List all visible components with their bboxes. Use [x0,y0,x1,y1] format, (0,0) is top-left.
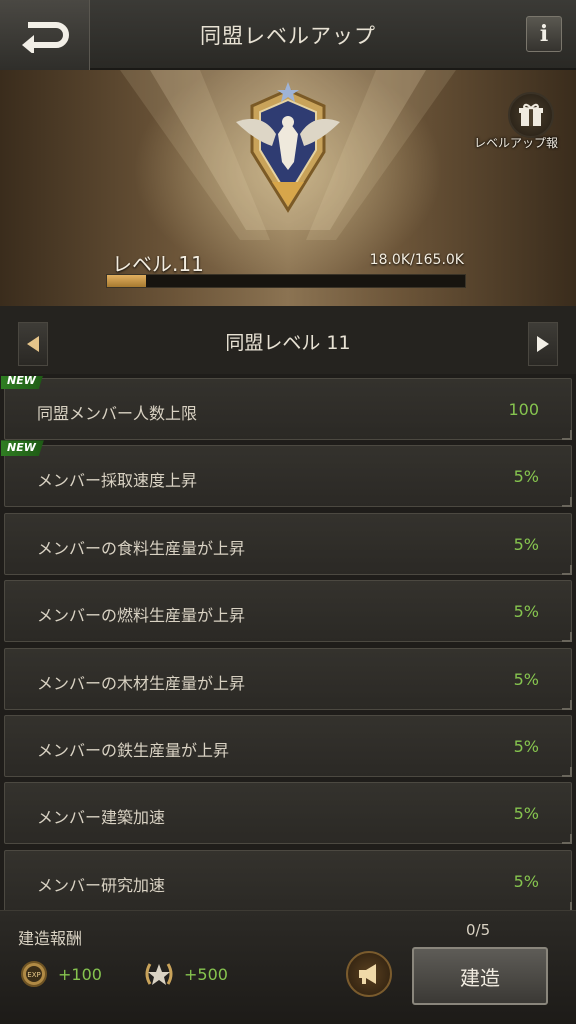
exp-progress-fill [107,275,147,287]
level-up-reward-button[interactable] [508,92,554,138]
current-level-label: レベル.11 [112,252,204,276]
perk-name: メンバー採取速度上昇 [37,471,198,491]
perk-name: 同盟メンバー人数上限 [37,404,198,423]
triangle-right-icon [537,336,549,352]
info-button[interactable]: i [526,16,562,52]
exp-gear-icon: EXP [21,961,47,987]
footer: 建造報酬 EXP +100 +500 0/5 建造 [0,910,576,1024]
perk-row: メンバー研究加速 5% [4,849,572,910]
announce-button[interactable] [346,951,392,997]
perk-row: メンバーの燃料生産量が上昇 5% [4,580,572,643]
alliance-emblem-icon [236,82,340,213]
exp-icon-text: EXP [27,971,40,979]
perk-name: メンバー建築加速 [37,808,166,828]
header: 同盟レベルアップ i [0,0,576,70]
perk-value: 5% [513,871,539,891]
perk-row: NEW メンバー採取速度上昇 5% [1,440,572,508]
megaphone-icon [359,964,376,984]
perk-value: 5% [513,534,539,554]
new-badge: NEW [1,376,44,389]
build-progress-count: 0/5 [466,921,491,939]
page-title: 同盟レベルアップ [200,24,376,48]
perk-value: 5% [513,602,539,622]
perk-value: 5% [513,669,539,689]
info-icon: i [539,21,549,47]
exp-progress-bar [106,274,466,288]
perk-name: メンバーの木材生産量が上昇 [37,673,246,693]
perk-row: NEW 同盟メンバー人数上限 100 [1,376,572,440]
triangle-left-icon [27,336,39,352]
perk-list[interactable]: NEW 同盟メンバー人数上限 100 NEW メンバー採取速度上昇 5% メンバーの食料生産… [0,376,576,910]
level-banner: レベルアップ報 レベル.11 18.0K/165.0K [0,70,576,306]
honor-reward: +500 [144,959,228,989]
perk-row: メンバーの食料生産量が上昇 5% [4,512,572,575]
laurel-star-icon [145,963,173,985]
build-reward-title: 建造報酬 [18,929,83,948]
perk-name: メンバーの鉄生産量が上昇 [37,741,230,760]
perk-name: メンバーの食料生産量が上昇 [37,538,246,558]
perk-value: 5% [513,467,539,487]
exp-reward: EXP +100 [20,959,102,989]
perk-row: メンバーの鉄生産量が上昇 5% [4,715,572,777]
level-selector: 同盟レベル 11 [0,306,576,374]
perk-value: 5% [513,804,539,824]
perk-row: メンバー建築加速 5% [4,782,572,845]
honor-reward-value: +500 [184,964,228,984]
build-button[interactable]: 建造 [412,947,548,1005]
exp-reward-value: +100 [58,964,102,984]
level-up-reward-label: レベルアップ報 [474,136,559,150]
previous-level-button[interactable] [18,322,48,366]
perk-value: 5% [513,737,539,756]
selected-level-name: 同盟レベル 11 [225,332,351,354]
perk-name: メンバーの燃料生産量が上昇 [37,606,246,626]
gift-icon [519,103,543,126]
back-button[interactable] [0,0,90,70]
perk-name: メンバー研究加速 [37,875,166,895]
back-arrow-icon [21,22,69,53]
new-badge: NEW [1,440,44,457]
exp-progress-text: 18.0K/165.0K [369,252,464,268]
perk-value: 100 [508,400,539,419]
next-level-button[interactable] [528,322,558,366]
perk-row: メンバーの木材生産量が上昇 5% [4,647,572,710]
